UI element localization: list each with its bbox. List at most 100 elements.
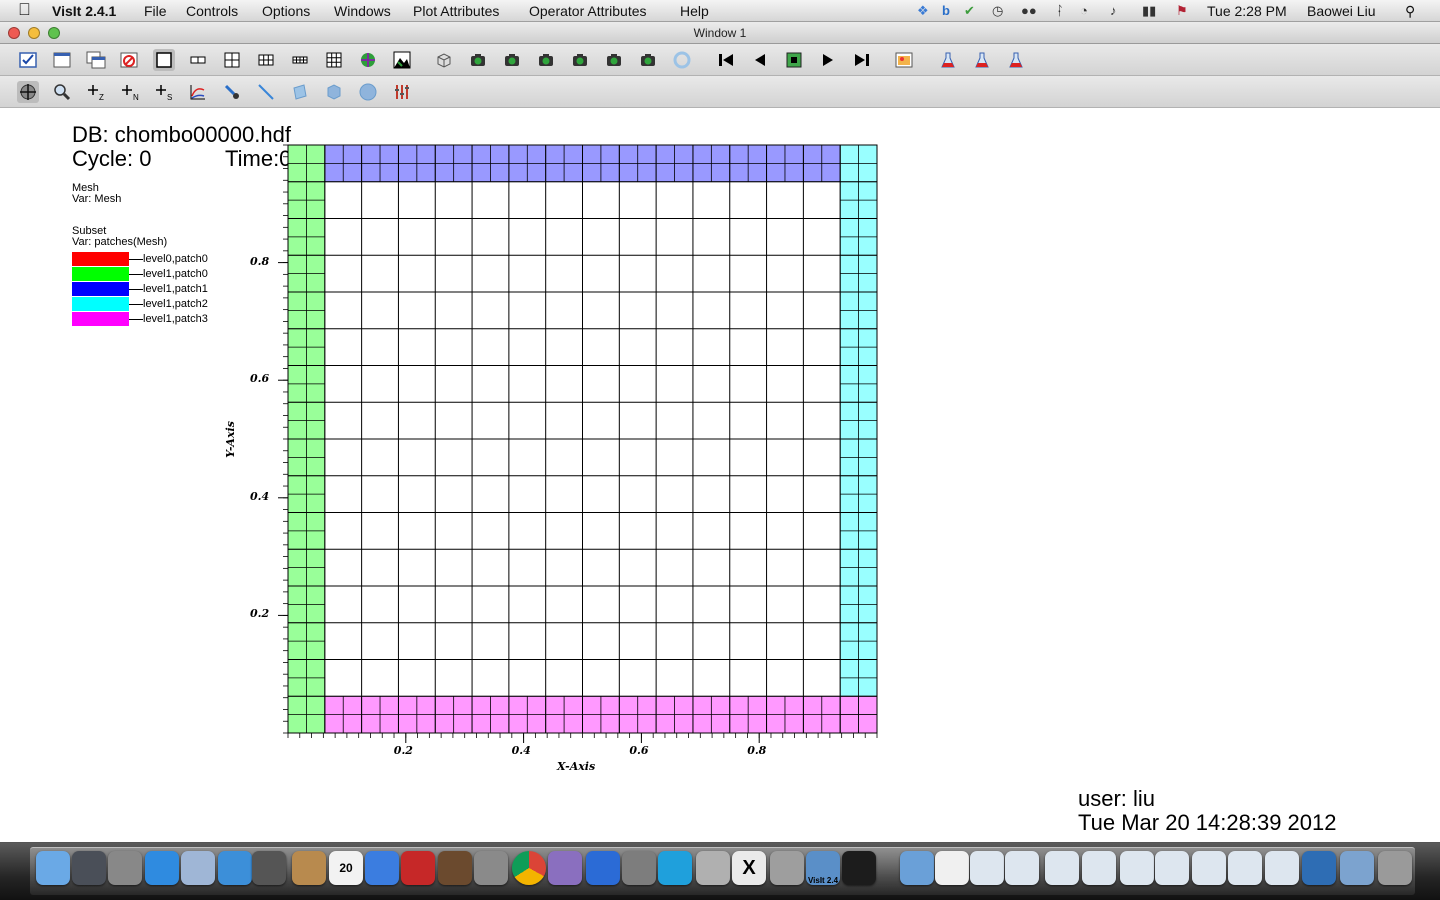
dock-window-11-icon[interactable] bbox=[1340, 851, 1374, 885]
dock-mail-icon[interactable] bbox=[548, 851, 582, 885]
dock-visit-icon[interactable]: VisIt 2.4 bbox=[806, 851, 840, 885]
step-back-end-icon[interactable] bbox=[715, 49, 737, 71]
menu-help[interactable]: Help bbox=[680, 3, 709, 19]
dock-launchpad-icon[interactable] bbox=[72, 851, 106, 885]
dock-window-1-icon[interactable] bbox=[970, 851, 1004, 885]
menubar-clock[interactable]: Tue 2:28 PM bbox=[1207, 3, 1287, 19]
time-machine-icon[interactable]: ◷ bbox=[992, 3, 1003, 19]
layout-3x3-icon[interactable] bbox=[323, 49, 345, 71]
step-back-icon[interactable] bbox=[749, 49, 771, 71]
zone-pick-icon[interactable]: Z bbox=[85, 81, 107, 103]
clone-window-icon[interactable] bbox=[85, 49, 107, 71]
set-mode-icon[interactable] bbox=[391, 49, 413, 71]
layout-2x3-icon[interactable] bbox=[255, 49, 277, 71]
node-pick-icon[interactable]: N bbox=[119, 81, 141, 103]
menubar-user[interactable]: Baowei Liu bbox=[1307, 3, 1376, 19]
navigate-icon[interactable] bbox=[17, 81, 39, 103]
spin-icon[interactable] bbox=[637, 49, 659, 71]
point-tool-icon[interactable] bbox=[221, 81, 243, 103]
dock-x11-icon[interactable]: X bbox=[732, 851, 766, 885]
dock-itunes-icon[interactable] bbox=[365, 851, 399, 885]
dock-iphoto-icon[interactable] bbox=[438, 851, 472, 885]
app-name-menu[interactable]: VisIt 2.4.1 bbox=[52, 3, 116, 19]
menu-plot-attributes[interactable]: Plot Attributes bbox=[413, 3, 499, 19]
dock-window-2-icon[interactable] bbox=[1005, 851, 1039, 885]
camera-icon[interactable] bbox=[569, 49, 591, 71]
bluetooth-icon[interactable]: ᛛ bbox=[1056, 3, 1064, 18]
spotlight-icon[interactable]: ⚲ bbox=[1405, 3, 1415, 20]
dock-system-preferences-icon[interactable] bbox=[474, 851, 508, 885]
dock-terminal-icon[interactable] bbox=[842, 851, 876, 885]
clear-all-icon[interactable] bbox=[17, 49, 39, 71]
check-status-icon[interactable]: ✔ bbox=[964, 3, 975, 19]
dock-folder-icon[interactable] bbox=[900, 851, 934, 885]
spreadsheet-pick-icon[interactable]: S bbox=[153, 81, 175, 103]
dropbox-icon[interactable]: ❖ bbox=[917, 3, 929, 19]
lock-tools-icon[interactable] bbox=[535, 49, 557, 71]
zoom-icon[interactable] bbox=[51, 81, 73, 103]
sphere-tool-icon[interactable] bbox=[357, 81, 379, 103]
dock-window-4-icon[interactable] bbox=[1082, 851, 1116, 885]
apple-menu-icon[interactable]:  bbox=[18, 0, 31, 20]
lock-view-icon[interactable] bbox=[467, 49, 489, 71]
dock-window-9-icon[interactable] bbox=[1265, 851, 1299, 885]
plane-tool-icon[interactable] bbox=[289, 81, 311, 103]
play-icon[interactable] bbox=[817, 49, 839, 71]
menu-operator-attributes[interactable]: Operator Attributes bbox=[529, 3, 647, 19]
step-forward-end-icon[interactable] bbox=[851, 49, 873, 71]
vis-window-canvas[interactable]: DB: chombo00000.hdf Cycle: 0 Time:0 Mesh… bbox=[0, 108, 1440, 843]
dock-contacts-icon[interactable] bbox=[292, 851, 326, 885]
menu-windows[interactable]: Windows bbox=[334, 3, 391, 19]
menu-file[interactable]: File bbox=[144, 3, 167, 19]
save-image-icon[interactable] bbox=[603, 49, 625, 71]
dock-window-8-icon[interactable] bbox=[1228, 851, 1262, 885]
box-tool-icon[interactable] bbox=[323, 81, 345, 103]
b-status-icon[interactable]: b bbox=[942, 3, 950, 18]
lock-time-icon[interactable] bbox=[501, 49, 523, 71]
new-window-icon[interactable] bbox=[51, 49, 73, 71]
view-3d-icon[interactable] bbox=[433, 49, 455, 71]
lineout3-icon[interactable] bbox=[1005, 49, 1027, 71]
dock-preview-icon[interactable] bbox=[181, 851, 215, 885]
dock-finder-icon[interactable] bbox=[36, 851, 70, 885]
menu-controls[interactable]: Controls bbox=[186, 3, 238, 19]
axis-restrict-icon[interactable] bbox=[391, 81, 413, 103]
dock-preview-2-icon[interactable] bbox=[696, 851, 730, 885]
binoculars-icon[interactable]: ●● bbox=[1021, 3, 1037, 18]
dock-photo-booth-icon[interactable] bbox=[401, 851, 435, 885]
menu-options[interactable]: Options bbox=[262, 3, 310, 19]
volume-icon[interactable]: ♪ bbox=[1110, 3, 1117, 18]
pick-icon[interactable] bbox=[893, 49, 915, 71]
stop-icon[interactable] bbox=[783, 49, 805, 71]
dock-app-store-icon[interactable] bbox=[145, 851, 179, 885]
dock-calendar-icon[interactable]: 20 bbox=[329, 851, 363, 885]
dock-safari-icon[interactable] bbox=[218, 851, 252, 885]
dock-trash-icon[interactable] bbox=[1378, 851, 1412, 885]
dock-window-7-icon[interactable] bbox=[1192, 851, 1226, 885]
dock-document-icon[interactable] bbox=[935, 851, 969, 885]
layout-2x2-icon[interactable] bbox=[221, 49, 243, 71]
dock-skype-icon[interactable] bbox=[658, 851, 692, 885]
invert-background-icon[interactable] bbox=[357, 49, 379, 71]
layout-1x1-icon[interactable] bbox=[153, 49, 175, 71]
dock-word-icon[interactable] bbox=[586, 851, 620, 885]
layout-1x2-icon[interactable] bbox=[187, 49, 209, 71]
dock-utilities-icon[interactable] bbox=[622, 851, 656, 885]
dock-window-5-icon[interactable] bbox=[1120, 851, 1154, 885]
lineout2-icon[interactable] bbox=[971, 49, 993, 71]
wifi-icon[interactable]: ◔ bbox=[1080, 3, 1088, 18]
dock-window-3-icon[interactable] bbox=[1045, 851, 1079, 885]
layout-2x4-icon[interactable] bbox=[289, 49, 311, 71]
dock-chrome-icon[interactable] bbox=[512, 851, 546, 885]
delete-window-icon[interactable] bbox=[118, 49, 140, 71]
dock-window-6-icon[interactable] bbox=[1155, 851, 1189, 885]
dock-system-profiler-icon[interactable] bbox=[108, 851, 142, 885]
reset-view-icon[interactable] bbox=[671, 49, 693, 71]
line-tool-icon[interactable] bbox=[255, 81, 277, 103]
dock-calculator-icon[interactable] bbox=[770, 851, 804, 885]
dock-camera-icon[interactable] bbox=[252, 851, 286, 885]
dock-window-10-icon[interactable] bbox=[1302, 851, 1336, 885]
lineout-icon[interactable] bbox=[937, 49, 959, 71]
battery-icon[interactable]: ▮▮ bbox=[1142, 3, 1156, 19]
lineout-curve-icon[interactable] bbox=[187, 81, 209, 103]
